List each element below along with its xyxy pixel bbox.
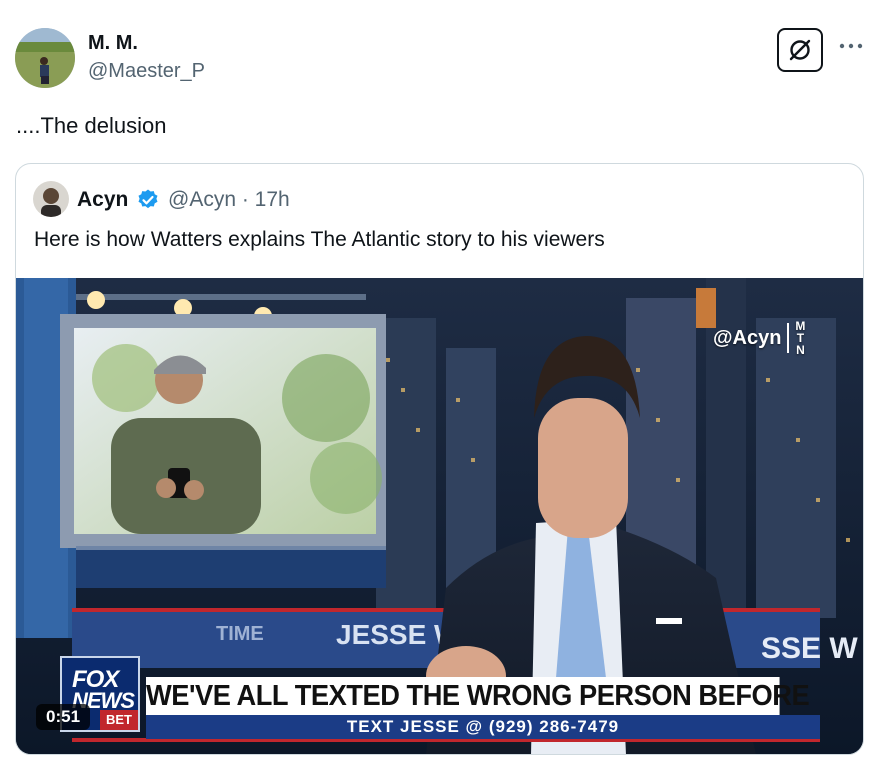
author-avatar[interactable] — [15, 28, 75, 88]
author-name[interactable]: M. M. — [88, 32, 138, 55]
more-options-button[interactable] — [836, 34, 866, 58]
set-left-text: TIME — [216, 623, 264, 645]
set-right-text: SSE W — [761, 632, 858, 665]
author-handle[interactable]: @Maester_P — [88, 60, 205, 83]
grok-button[interactable] — [777, 28, 823, 72]
chyron-headline: WE'VE ALL TEXTED THE WRONG PERSON BEFORE — [146, 677, 810, 715]
more-icon — [839, 43, 863, 49]
video-player[interactable]: TIME JESSE W SSE W @Acyn M T N FOX NEWS — [16, 278, 863, 754]
watermark-handle: @Acyn — [713, 326, 782, 349]
video-duration: 0:51 — [36, 704, 91, 730]
watermark-divider — [787, 323, 790, 353]
quoted-author-handle[interactable]: @Acyn · 17h — [168, 188, 290, 212]
quoted-tweet[interactable]: Acyn @Acyn · 17h Here is how Watters exp… — [15, 163, 864, 755]
watermark-logo-letter: N — [796, 343, 805, 357]
chyron-subline: TEXT JESSE @ (929) 286-7479 — [146, 715, 820, 739]
watermark-logo: M T N — [795, 320, 805, 356]
video-watermark: @Acyn M T N — [713, 320, 805, 356]
grok-icon — [789, 39, 811, 61]
tweet-text: ....The delusion — [16, 113, 167, 138]
quoted-tweet-text: Here is how Watters explains The Atlanti… — [34, 228, 605, 251]
quoted-author-name[interactable]: Acyn — [77, 188, 128, 212]
quoted-author-avatar[interactable] — [33, 181, 69, 217]
verified-badge-icon — [136, 188, 160, 212]
fox-logo-bottom: BET — [100, 710, 138, 730]
